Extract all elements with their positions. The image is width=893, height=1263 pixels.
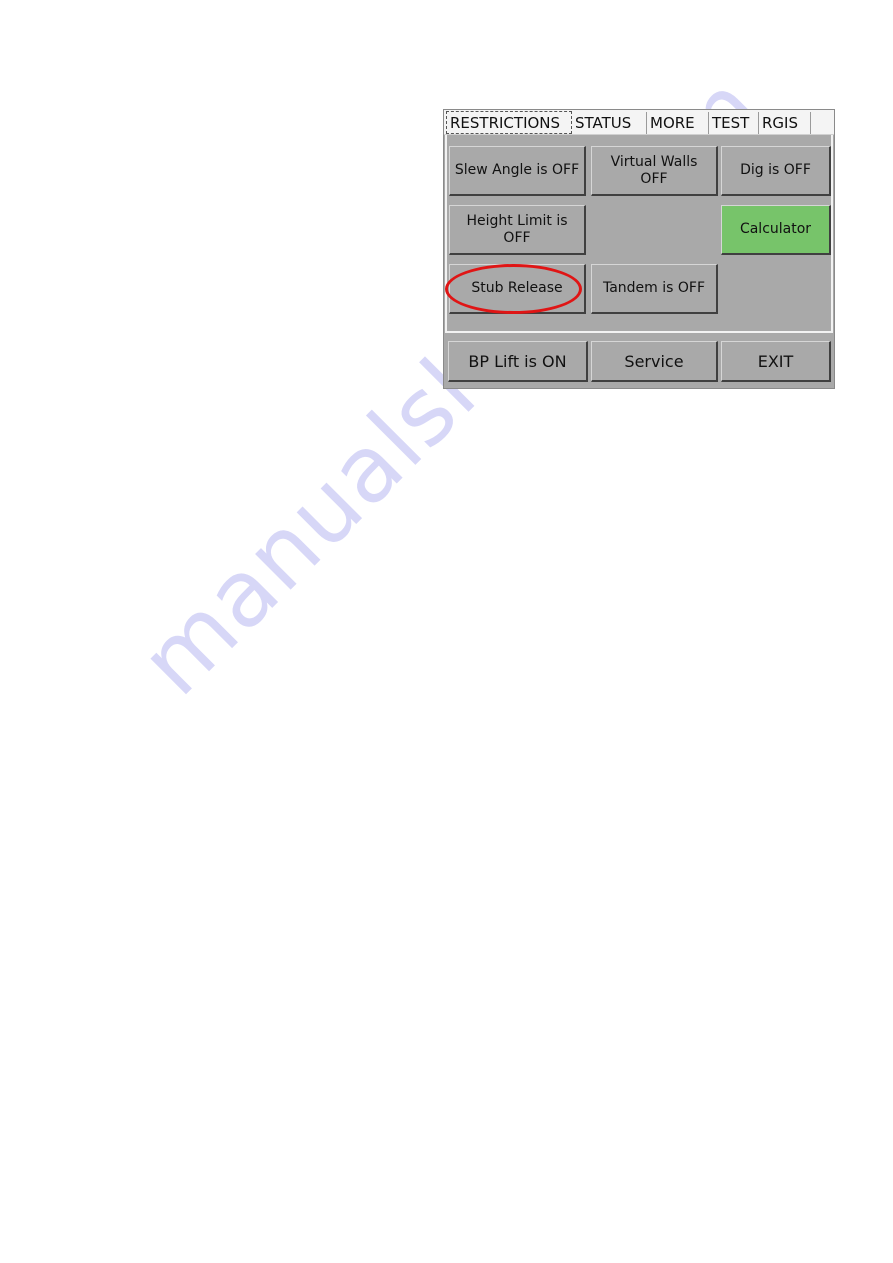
tab-more[interactable]: MORE — [647, 112, 709, 134]
calculator-label: Calculator — [739, 221, 812, 237]
tab-rgis[interactable]: RGIS — [759, 112, 811, 134]
bp-lift-label: BP Lift is ON — [468, 351, 567, 371]
virtual-walls-label: Virtual Walls OFF — [610, 153, 698, 187]
exit-button[interactable]: EXIT — [721, 341, 831, 382]
slew-angle-button[interactable]: Slew Angle is OFF — [449, 146, 586, 196]
service-label: Service — [624, 351, 684, 371]
dig-button[interactable]: Dig is OFF — [721, 146, 831, 196]
dig-label: Dig is OFF — [740, 162, 811, 178]
exit-label: EXIT — [757, 351, 794, 371]
restrictions-panel: RESTRICTIONS STATUS MORE TEST RGIS Slew … — [443, 109, 835, 389]
stub-release-label: Stub Release — [471, 280, 563, 296]
service-button[interactable]: Service — [591, 341, 718, 382]
height-limit-button[interactable]: Height Limit is OFF — [449, 205, 586, 255]
tab-status[interactable]: STATUS — [572, 112, 647, 134]
bp-lift-button[interactable]: BP Lift is ON — [448, 341, 588, 382]
tab-restrictions[interactable]: RESTRICTIONS — [446, 111, 572, 134]
stub-release-button[interactable]: Stub Release — [449, 264, 586, 314]
tandem-button[interactable]: Tandem is OFF — [591, 264, 718, 314]
slew-angle-label: Slew Angle is OFF — [454, 162, 580, 178]
virtual-walls-button[interactable]: Virtual Walls OFF — [591, 146, 718, 196]
tab-test[interactable]: TEST — [709, 112, 759, 134]
tab-strip: RESTRICTIONS STATUS MORE TEST RGIS — [444, 110, 834, 135]
height-limit-label: Height Limit is OFF — [466, 212, 568, 246]
tandem-label: Tandem is OFF — [602, 280, 706, 296]
calculator-button[interactable]: Calculator — [721, 205, 831, 255]
